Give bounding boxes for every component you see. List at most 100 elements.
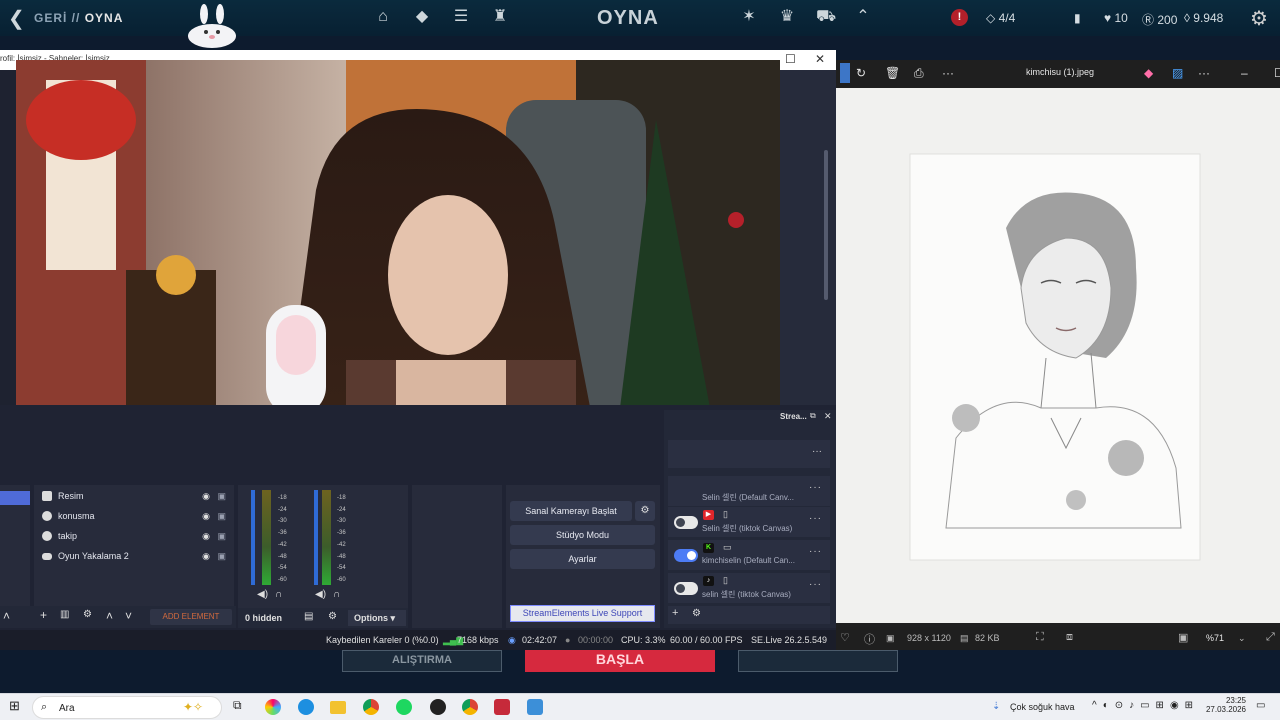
mixer-settings-icon[interactable]: ⚙ [328,611,337,622]
headphones-icon[interactable]: ∩ [333,589,340,600]
maximize-icon[interactable]: ☐ [1274,66,1280,80]
zoom-level[interactable]: %71 [1206,633,1224,643]
obs-icon[interactable] [430,699,446,715]
maximize-icon[interactable]: ☐ [785,52,796,66]
more-icon[interactable]: ··· [1198,66,1210,80]
secondary-button[interactable] [738,650,898,672]
lock-icon[interactable]: ▣ [217,491,226,502]
settings-icon[interactable]: ⚙ [83,609,92,620]
breadcrumb-back[interactable]: GERİ // [34,11,80,25]
copilot-icon[interactable]: ◆ [1144,66,1153,80]
destination-toggle[interactable] [674,582,698,595]
studio-mode-button[interactable]: Stüdyo Modu [510,525,655,545]
move-up-icon[interactable]: ˄ [106,609,113,623]
fill-icon[interactable]: ⧈ [1066,631,1073,644]
photo-canvas[interactable] [836,88,1280,623]
add-element-button[interactable]: ADD ELEMENT [150,609,232,625]
virtual-camera-button[interactable]: Sanal Kamerayı Başlat [510,501,632,521]
add-icon[interactable]: + [40,608,47,622]
windows-start-icon[interactable]: ⊞ [9,698,27,716]
loot-icon[interactable]: ♜ [491,8,509,26]
spotify-icon[interactable] [396,699,412,715]
zoom-dropdown-icon[interactable]: ⌄ [1238,633,1246,644]
volume-icon[interactable]: ◀) [257,589,268,600]
headphones-icon[interactable]: ∩ [275,589,282,600]
move-down-icon[interactable]: ˅ [125,609,132,623]
edit-icon[interactable] [840,63,850,83]
home-icon[interactable]: ⌂ [374,8,392,26]
destination-row[interactable]: ▶ ▯ Selin 셀린 (tiktok Canvas) ··· [668,507,830,537]
delete-icon[interactable]: 🗑 [885,66,900,80]
chrome-icon[interactable] [363,699,379,715]
destination-toggle[interactable] [674,549,698,562]
alert-icon[interactable]: ! [951,9,968,26]
tft-icon[interactable]: ◆ [413,8,431,26]
taskbar-search[interactable]: ⌕ Ara ✦✧ [32,696,222,719]
photos-icon[interactable] [527,699,543,715]
more-icon[interactable]: ··· [942,66,954,80]
rotate-icon[interactable]: ↻ [856,66,866,80]
weather-text[interactable]: Çok soğuk hava [1010,702,1075,712]
fullscreen-icon[interactable]: ⤢ [1266,631,1275,644]
chrome-icon[interactable] [462,699,478,715]
missions-icon[interactable]: ✶ [740,8,758,26]
destination-row[interactable]: ♪ ▯ selin 셀린 (tiktok Canvas) ··· [668,573,830,603]
print-icon[interactable]: ⎙ [914,66,924,81]
destination-toggle[interactable] [674,516,698,529]
lock-icon[interactable]: ▣ [217,551,226,562]
gear-icon[interactable]: ⚙ [1250,6,1268,31]
lock-icon[interactable]: ▣ [217,531,226,542]
tray-icons[interactable]: ^◐⊙♪▭⊞◉⊞ [1092,700,1199,711]
streamelements-support-button[interactable]: StreamElements Live Support [510,605,655,622]
clock[interactable]: 23:25 27.03.2026 [1196,696,1246,714]
store-icon[interactable]: ⛟ [816,8,836,26]
info-icon[interactable]: ⓘ [864,631,875,647]
minimize-icon[interactable]: – [1241,66,1248,80]
ranked-icon[interactable]: ⌃ [854,8,872,26]
edge-icon[interactable] [298,699,314,715]
close-icon[interactable]: ✕ [815,52,825,66]
scene-item-selected[interactable] [0,491,30,505]
collection-icon[interactable]: ☰ [452,8,470,26]
copilot-icon[interactable] [265,699,281,715]
status-icon[interactable]: ▮ [1074,11,1081,25]
more-icon[interactable]: ··· [809,579,822,590]
eye-icon[interactable]: ◉ [202,531,210,542]
hidden-count[interactable]: 0 hidden [245,613,282,623]
virtual-camera-settings-icon[interactable]: ⚙ [635,501,655,521]
close-panel-icon[interactable]: ✕ [824,411,832,422]
trash-icon[interactable]: ▥ [60,609,69,620]
practice-button[interactable]: ALIŞTIRMA [342,650,502,672]
source-row[interactable]: Oyun Yakalama 2 ◉ ▣ [36,546,232,566]
task-view-icon[interactable]: ⧉ [233,698,251,716]
scene-up-icon[interactable]: ˄ [3,609,10,623]
source-row[interactable]: takip ◉ ▣ [36,526,232,546]
layout-icon[interactable]: ▤ [304,611,313,622]
fit-icon[interactable]: ⛶ [1036,631,1044,644]
destination-row[interactable]: K ▭ kimchiselin (Default Can... ··· [668,540,830,570]
scrollbar[interactable] [824,150,828,300]
settings-button[interactable]: Ayarlar [510,549,655,569]
destination-row[interactable]: Selin 셀린 (Default Canv... ··· [668,476,830,506]
volume-icon[interactable]: ◀) [315,589,326,600]
slideshow-icon[interactable]: ▣ [1178,631,1188,644]
back-arrow-icon[interactable]: ❮ [8,6,25,31]
more-icon[interactable]: ··· [812,446,822,457]
more-icon[interactable]: ··· [809,546,822,557]
more-icon[interactable]: ··· [809,482,822,493]
riot-client-icon[interactable] [494,699,510,715]
profile-icon[interactable]: ♛ [778,8,796,26]
file-explorer-icon[interactable] [330,701,346,714]
add-destination-icon[interactable]: + [672,607,678,619]
options-dropdown[interactable]: Options ▾ [348,610,406,626]
breadcrumb[interactable]: GERİ // OYNA [34,11,123,25]
destinations-settings-icon[interactable]: ⚙ [692,608,701,619]
eye-icon[interactable]: ◉ [202,491,210,502]
heart-icon[interactable]: ♡ [840,631,850,644]
paint-icon[interactable]: ▨ [1172,66,1183,80]
start-button[interactable]: BAŞLA [525,650,715,672]
eye-icon[interactable]: ◉ [202,551,210,562]
popout-icon[interactable]: ⧉ [810,411,816,421]
more-icon[interactable]: ··· [809,513,822,524]
source-row[interactable]: Resim ◉ ▣ [36,486,232,506]
